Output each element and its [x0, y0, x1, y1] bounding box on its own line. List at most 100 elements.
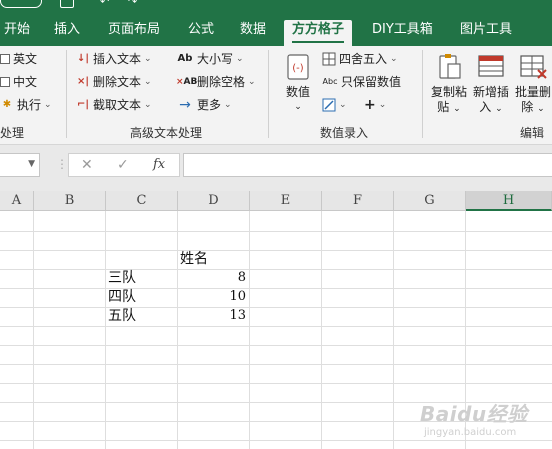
cell-value[interactable]: 13 — [178, 306, 250, 326]
group-divider — [422, 50, 423, 138]
tab-image-tools[interactable]: 图片工具 — [458, 20, 514, 46]
number-format-button[interactable]: ⌄ — [322, 95, 347, 115]
english-label: 英文 — [13, 52, 38, 66]
chevron-down-icon: ⌄ — [44, 100, 52, 110]
round-button[interactable]: 四舍五入 ⌄ — [322, 49, 398, 69]
ribbon: 英文 中文 ✱ 执行 ⌄ 处理 ↓| 插入文本 ⌄ ×| 删除文本 ⌄ ⌐| 截… — [0, 46, 552, 145]
grid-line — [105, 211, 106, 449]
batch-delete-button[interactable]: 批量删 除 ⌄ — [512, 52, 552, 117]
batch-delete-label: 批量删 — [514, 85, 551, 99]
execute-button[interactable]: ✱ 执行 ⌄ — [0, 95, 52, 115]
redo-icon[interactable]: ↷ — [128, 0, 137, 8]
drag-handle-icon[interactable]: ⋮ — [56, 157, 68, 171]
tab-data[interactable]: 数据 — [238, 20, 268, 46]
svg-text:(-): (-) — [292, 63, 304, 74]
cell-value[interactable]: 8 — [178, 268, 250, 288]
grid-line — [0, 231, 552, 232]
grid-line — [0, 345, 552, 346]
grid-line — [249, 211, 250, 449]
column-header-f[interactable]: F — [322, 191, 394, 211]
batch-delete-label-2: 除 — [521, 100, 534, 114]
chevron-down-icon: ⌄ — [224, 100, 232, 110]
group-label-number-input: 数值录入 — [320, 126, 369, 140]
cell-team[interactable]: 四队 — [108, 287, 176, 307]
tab-home[interactable]: 开始 — [2, 20, 32, 46]
column-header-c[interactable]: C — [106, 191, 178, 211]
formula-input[interactable] — [183, 153, 552, 177]
autosave-toggle[interactable] — [0, 0, 42, 8]
insert-rows-icon — [476, 52, 506, 82]
chevron-down-icon: ⌄ — [453, 104, 461, 114]
delete-spaces-button[interactable]: ×AB 删除空格 ⌄ — [176, 72, 256, 92]
arrow-right-icon: → — [179, 97, 191, 113]
grid-line — [0, 250, 552, 251]
confirm-icon[interactable]: ✓ — [117, 157, 129, 173]
group-label-edit: 编辑 — [520, 126, 545, 140]
plus-button[interactable]: + ⌄ — [364, 95, 386, 115]
add-insert-button[interactable]: 新增插 入 ⌄ — [470, 52, 512, 117]
keep-numbers-label: 只保留数值 — [341, 75, 402, 89]
title-bar: ↶ ↷ — [0, 0, 552, 14]
chevron-down-icon: ⌄ — [294, 102, 302, 112]
numeric-icon: (-) — [283, 52, 313, 82]
column-header-d[interactable]: D — [178, 191, 250, 211]
chevron-down-icon: ⌄ — [144, 54, 152, 64]
grid-line — [0, 326, 552, 327]
cell-d-header[interactable]: 姓名 — [180, 249, 248, 269]
column-header-h[interactable]: H — [466, 191, 552, 211]
execute-icon: ✱ — [2, 99, 12, 110]
undo-icon[interactable]: ↶ — [100, 0, 109, 8]
copy-paste-label: 复制粘 — [430, 85, 467, 99]
numeric-label: 数值 — [285, 85, 310, 99]
case-button[interactable]: Ab 大小写 ⌄ — [176, 49, 244, 69]
copy-paste-button[interactable]: 复制粘 贴 ⌄ — [428, 52, 470, 117]
cancel-icon[interactable]: ✕ — [81, 157, 93, 173]
extract-text-button[interactable]: ⌐| 截取文本 ⌄ — [76, 95, 152, 115]
chinese-label: 中文 — [13, 75, 38, 89]
chinese-button[interactable]: 中文 — [0, 72, 37, 92]
copy-paste-label-2: 贴 — [437, 100, 450, 114]
cell-value[interactable]: 10 — [178, 287, 250, 307]
insert-text-button[interactable]: ↓| 插入文本 ⌄ — [76, 49, 152, 69]
chevron-down-icon: ⌄ — [144, 77, 152, 87]
watermark-sub: jingyan.baidu.com — [424, 427, 517, 438]
numeric-button[interactable]: (-) 数值 ⌄ — [280, 52, 316, 115]
keep-numbers-icon: Abc — [322, 77, 338, 86]
grid-line — [33, 211, 34, 449]
tab-diy-toolbox[interactable]: DIY工具箱 — [370, 20, 435, 46]
chevron-down-icon: ⌄ — [495, 104, 503, 114]
round-label: 四舍五入 — [339, 52, 388, 66]
grid-line — [321, 211, 322, 449]
chevron-down-icon: ⌄ — [248, 77, 256, 87]
insert-text-icon: ↓| — [76, 53, 90, 64]
name-box[interactable]: ▼ — [0, 153, 40, 177]
grid-line — [393, 211, 394, 449]
insert-function-icon[interactable]: fx — [153, 157, 165, 172]
chevron-down-icon[interactable]: ▼ — [28, 159, 35, 169]
checkbox-icon — [0, 54, 10, 64]
extract-text-label: 截取文本 — [93, 98, 142, 112]
chevron-down-icon: ⌄ — [236, 54, 244, 64]
more-button[interactable]: → 更多 ⌄ — [176, 95, 232, 115]
tab-fangfanggezi[interactable]: 方方格子 — [284, 20, 353, 46]
baidu-watermark: Baidu经验 jingyan.baidu.com — [420, 398, 548, 442]
column-header-g[interactable]: G — [394, 191, 466, 211]
english-button[interactable]: 英文 — [0, 49, 37, 69]
column-header-a[interactable]: A — [0, 191, 34, 211]
plus-icon: + — [364, 97, 376, 113]
keep-numbers-button[interactable]: Abc 只保留数值 — [322, 72, 402, 92]
save-icon[interactable] — [60, 0, 74, 8]
column-header-b[interactable]: B — [34, 191, 106, 211]
group-label-text: 处理 — [0, 126, 25, 140]
tab-insert[interactable]: 插入 — [52, 20, 82, 46]
tab-page-layout[interactable]: 页面布局 — [106, 20, 162, 46]
group-label-advanced-text: 高级文本处理 — [130, 126, 203, 140]
delete-text-button[interactable]: ×| 删除文本 ⌄ — [76, 72, 152, 92]
column-header-e[interactable]: E — [250, 191, 322, 211]
cell-team[interactable]: 五队 — [108, 306, 176, 326]
grid-line — [0, 364, 552, 365]
tab-formulas[interactable]: 公式 — [186, 20, 216, 46]
grid-line — [0, 307, 552, 308]
formula-bar: ▼ ⋮ ✕ ✓ fx — [0, 145, 552, 191]
cell-team[interactable]: 三队 — [108, 268, 176, 288]
